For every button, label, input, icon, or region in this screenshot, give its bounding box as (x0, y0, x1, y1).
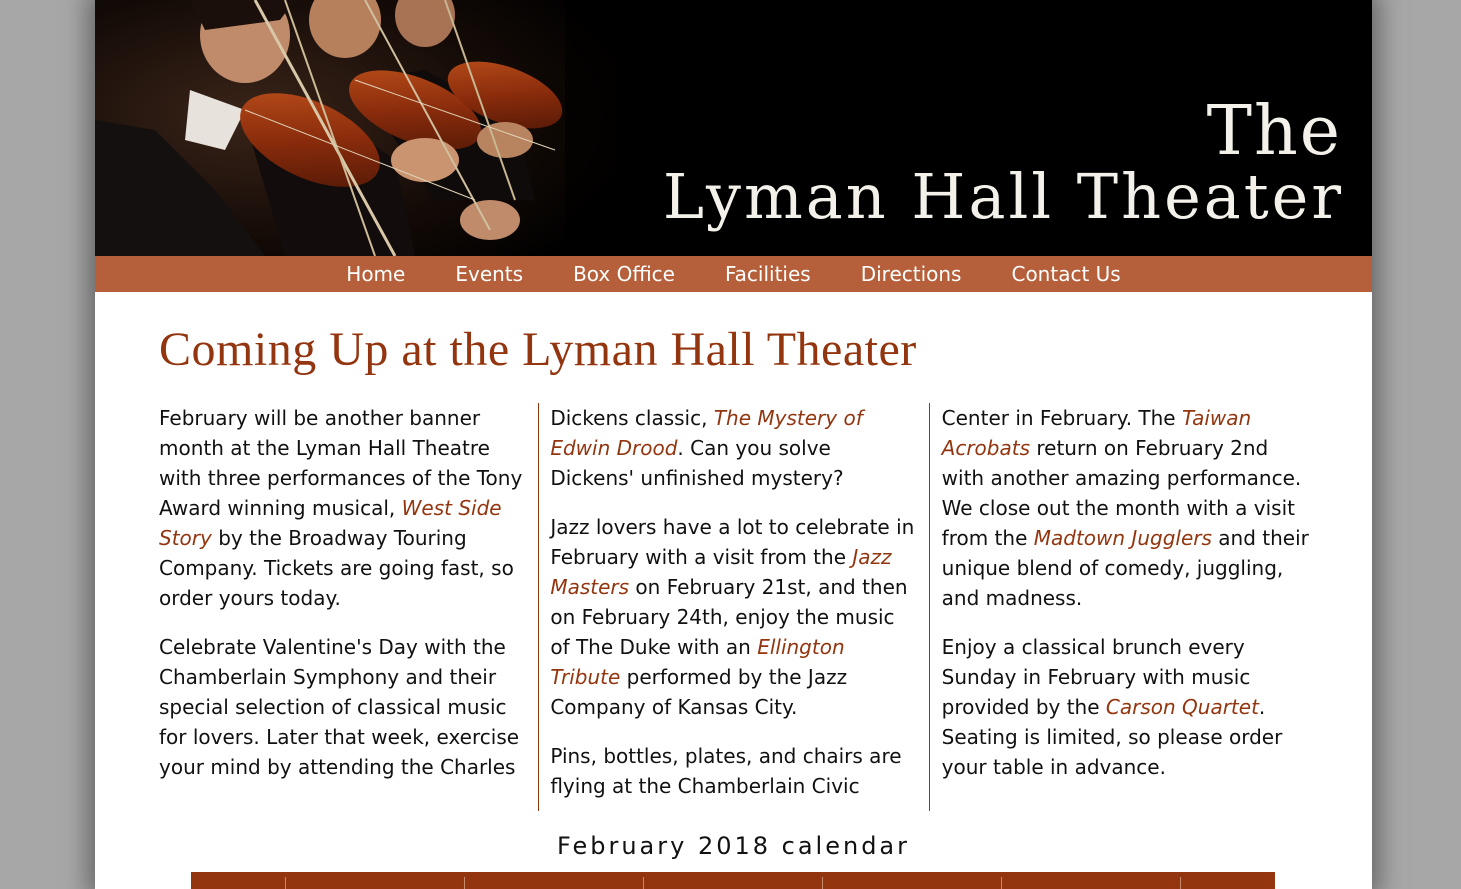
calendar-header-cell (1181, 877, 1271, 889)
nav-events-link[interactable]: Events (455, 256, 523, 292)
paragraph-jazz: Jazz lovers have a lot to celebrate in F… (550, 512, 917, 722)
calendar-header-row (196, 877, 1270, 889)
nav-box-office-link[interactable]: Box Office (573, 256, 675, 292)
calendar-header-cell (196, 877, 286, 889)
calendar-table (191, 872, 1275, 889)
event-title-madtown-jugglers: Madtown Jugglers (1033, 526, 1212, 550)
paragraph-text: by the Broadway Touring Company. Tickets… (159, 526, 514, 610)
calendar-header-cell (643, 877, 823, 889)
calendar-header-cell (822, 877, 1002, 889)
nav-facilities-link[interactable]: Facilities (725, 256, 811, 292)
calendar-grid (196, 877, 1270, 889)
site-banner: The Lyman Hall Theater (95, 0, 1372, 256)
nav-contact-link[interactable]: Contact Us (1011, 256, 1120, 292)
violinists-photo (95, 0, 615, 256)
event-title-carson-quartet: Carson Quartet (1105, 695, 1259, 719)
page-title: Coming Up at the Lyman Hall Theater (159, 323, 917, 376)
main-nav: Home Events Box Office Facilities Direct… (95, 256, 1372, 292)
nav-home-link[interactable]: Home (346, 256, 405, 292)
banner-title-the: The (1206, 92, 1342, 171)
paragraph-brunch: Enjoy a classical brunch every Sunday in… (942, 632, 1309, 782)
calendar-header-cell (1001, 877, 1181, 889)
events-article: February will be another banner month at… (159, 403, 1309, 811)
nav-directions-link[interactable]: Directions (861, 256, 962, 292)
calendar-caption: February 2018 calendar (556, 832, 911, 860)
banner-title-name: Lyman Hall Theater (662, 160, 1344, 233)
calendar-header-cell (285, 877, 465, 889)
calendar-header-cell (464, 877, 644, 889)
page-container: The Lyman Hall Theater Home Events Box O… (95, 0, 1372, 889)
paragraph-west-side-story: February will be another banner month at… (159, 403, 526, 613)
